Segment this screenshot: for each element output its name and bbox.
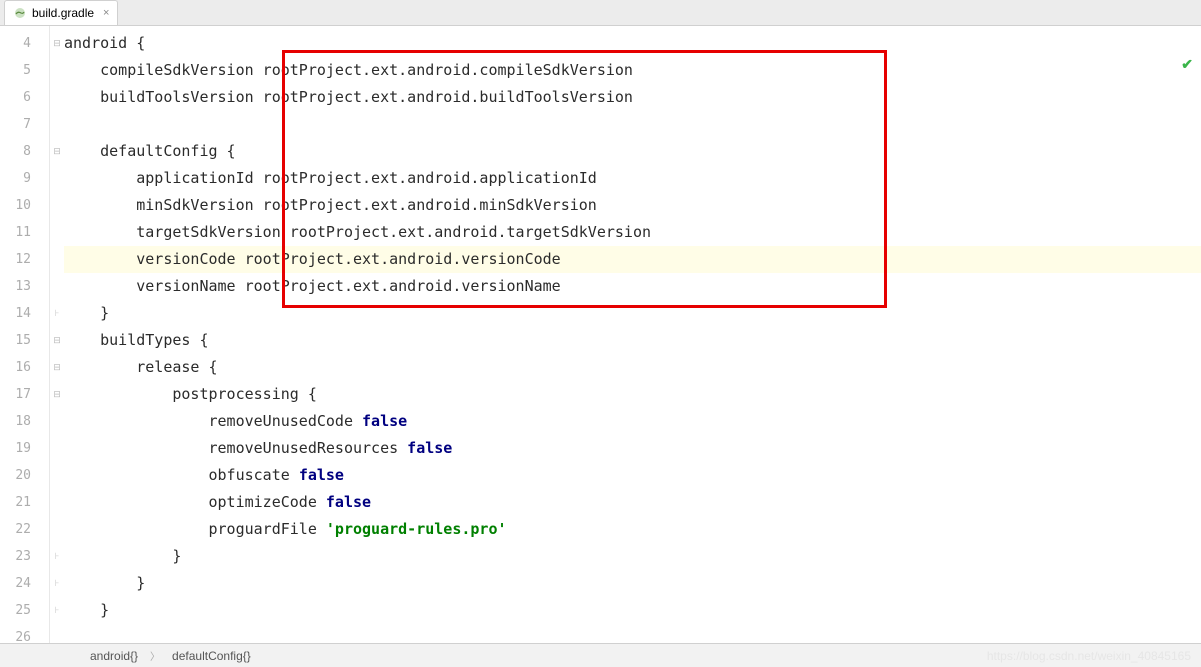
code-line[interactable]: release { xyxy=(64,354,1201,381)
line-number: 23 xyxy=(0,543,49,570)
line-number: 22 xyxy=(0,516,49,543)
code-line[interactable]: android { xyxy=(64,30,1201,57)
code-line[interactable] xyxy=(64,624,1201,651)
fold-end-marker[interactable]: ⊦ xyxy=(50,300,64,327)
fold-end-marker[interactable]: ⊦ xyxy=(50,570,64,597)
fold-marker[interactable]: ⊟ xyxy=(50,381,64,408)
line-number: 21 xyxy=(0,489,49,516)
line-number: 5 xyxy=(0,57,49,84)
fold-end-marker[interactable]: ⊦ xyxy=(50,597,64,624)
code-line[interactable]: minSdkVersion rootProject.ext.android.mi… xyxy=(64,192,1201,219)
code-line[interactable]: applicationId rootProject.ext.android.ap… xyxy=(64,165,1201,192)
tab-bar: build.gradle × xyxy=(0,0,1201,26)
line-number: 11 xyxy=(0,219,49,246)
code-line[interactable]: } xyxy=(64,300,1201,327)
code-line[interactable]: } xyxy=(64,597,1201,624)
line-number: 26 xyxy=(0,624,49,651)
code-content[interactable]: android { compileSdkVersion rootProject.… xyxy=(64,26,1201,643)
line-number: 12 xyxy=(0,246,49,273)
code-line[interactable]: postprocessing { xyxy=(64,381,1201,408)
line-number: 14 xyxy=(0,300,49,327)
code-line[interactable]: compileSdkVersion rootProject.ext.androi… xyxy=(64,57,1201,84)
fold-marker[interactable]: ⊟ xyxy=(50,354,64,381)
line-number: 7 xyxy=(0,111,49,138)
code-line[interactable]: obfuscate false xyxy=(64,462,1201,489)
line-number: 18 xyxy=(0,408,49,435)
code-line[interactable]: removeUnusedResources false xyxy=(64,435,1201,462)
line-number: 25 xyxy=(0,597,49,624)
line-number: 17 xyxy=(0,381,49,408)
line-number: 15 xyxy=(0,327,49,354)
code-line[interactable]: buildToolsVersion rootProject.ext.androi… xyxy=(64,84,1201,111)
line-number: 4 xyxy=(0,30,49,57)
code-line[interactable]: } xyxy=(64,570,1201,597)
line-number: 19 xyxy=(0,435,49,462)
code-line[interactable]: defaultConfig { xyxy=(64,138,1201,165)
code-line[interactable]: versionName rootProject.ext.android.vers… xyxy=(64,273,1201,300)
code-line[interactable]: } xyxy=(64,543,1201,570)
line-number: 16 xyxy=(0,354,49,381)
code-line[interactable] xyxy=(64,111,1201,138)
line-number-gutter: 4567891011121314151617181920212223242526 xyxy=(0,26,50,643)
line-number: 20 xyxy=(0,462,49,489)
fold-marker[interactable]: ⊟ xyxy=(50,327,64,354)
code-line[interactable]: removeUnusedCode false xyxy=(64,408,1201,435)
line-number: 13 xyxy=(0,273,49,300)
close-tab-icon[interactable]: × xyxy=(103,7,109,19)
line-number: 9 xyxy=(0,165,49,192)
line-number: 10 xyxy=(0,192,49,219)
code-line-current[interactable]: versionCode rootProject.ext.android.vers… xyxy=(64,246,1201,273)
code-line[interactable]: targetSdkVersion rootProject.ext.android… xyxy=(64,219,1201,246)
fold-marker[interactable]: ⊟ xyxy=(50,138,64,165)
fold-end-marker[interactable]: ⊦ xyxy=(50,543,64,570)
line-number: 24 xyxy=(0,570,49,597)
fold-column: ⊟ ⊟ ⊦ ⊟ ⊟ ⊟ ⊦ ⊦ ⊦ xyxy=(50,26,64,643)
editor-area: 4567891011121314151617181920212223242526… xyxy=(0,26,1201,643)
line-number: 8 xyxy=(0,138,49,165)
file-tab[interactable]: build.gradle × xyxy=(4,0,118,25)
tab-filename: build.gradle xyxy=(32,6,94,20)
code-line[interactable]: buildTypes { xyxy=(64,327,1201,354)
fold-marker[interactable]: ⊟ xyxy=(50,30,64,57)
gradle-file-icon xyxy=(13,6,27,20)
line-number: 6 xyxy=(0,84,49,111)
code-line[interactable]: proguardFile 'proguard-rules.pro' xyxy=(64,516,1201,543)
watermark-text: https://blog.csdn.net/weixin_40845165 xyxy=(987,649,1191,663)
code-line[interactable]: optimizeCode false xyxy=(64,489,1201,516)
no-errors-check-icon: ✔ xyxy=(1181,56,1193,73)
